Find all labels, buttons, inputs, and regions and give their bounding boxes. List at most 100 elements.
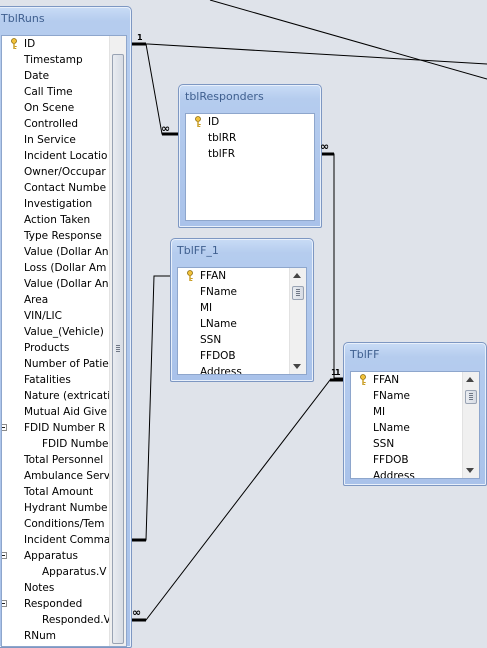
field-name: RNum [24,630,57,642]
field-row[interactable]: Apparatus [2,548,126,564]
field-name: Address [373,470,415,479]
field-list[interactable]: ID tblRR tblFR [185,113,315,221]
field-row[interactable]: Value (Dollar An [2,244,126,260]
field-row[interactable]: LName [178,316,306,332]
field-row[interactable]: Hydrant Numbe [2,500,126,516]
field-row[interactable]: MI [178,300,306,316]
field-name: Address [200,366,242,375]
table-title[interactable]: TblRuns [0,7,131,29]
field-row[interactable]: Loss (Dollar Am [2,260,126,276]
field-row[interactable]: Investigation [2,196,126,212]
field-row[interactable]: FDID Number R [2,420,126,436]
scroll-up-arrow-icon[interactable] [466,377,474,382]
table-tblresponders[interactable]: tblResponders ID tblRR tblFR [178,84,322,228]
field-row[interactable]: Responded [2,596,126,612]
scroll-down-arrow-icon[interactable] [466,468,474,473]
vertical-scrollbar[interactable] [289,268,306,374]
field-row[interactable]: Products [2,340,126,356]
field-row[interactable]: tblRR [186,130,314,146]
field-list[interactable]: FFAN FName MI LName SSN FFDOB Address [350,371,480,479]
table-title[interactable]: TblFF_1 [171,239,313,261]
table-tblff-1[interactable]: TblFF_1 FFAN FName MI LName SSN FFDOB Address [170,238,314,382]
field-row[interactable]: Total Amount [2,484,126,500]
table-tblff[interactable]: TblFF FFAN FName MI LName SSN FFDOB Address [343,342,487,486]
minus-box-icon[interactable] [2,600,7,607]
field-row[interactable]: Date [2,68,126,84]
scroll-up-arrow-icon[interactable] [293,273,301,278]
field-name: In Service [24,134,76,146]
field-name: Area [24,294,49,306]
field-name: Ambulance Serv [24,470,110,482]
field-row[interactable]: FFAN [178,268,306,284]
field-name: Incident Comma [24,534,111,546]
vertical-scrollbar[interactable] [462,372,479,478]
field-row[interactable]: Timestamp [2,52,126,68]
field-row[interactable]: Responded.V [2,612,126,628]
field-row[interactable]: FFAN [351,372,479,388]
field-row[interactable]: Contact Numbe [2,180,126,196]
field-row[interactable]: Notes [2,580,126,596]
field-row[interactable]: FFDOB [178,348,306,364]
field-row[interactable]: Ambulance Serv [2,468,126,484]
field-row[interactable]: Total Personnel [2,452,126,468]
field-name: Nature (extricati [24,390,111,402]
field-row[interactable]: Address [351,468,479,479]
field-row[interactable]: tblFR [186,146,314,162]
field-row[interactable]: SSN [351,436,479,452]
field-row[interactable]: Number of Patie [2,356,126,372]
field-row[interactable]: Call Time [2,84,126,100]
field-list-items: ID Timestamp Date Call Time On Scene Controll… [2,36,126,644]
field-row[interactable]: RNum [2,628,126,644]
scroll-down-arrow-icon[interactable] [293,364,301,369]
table-tblruns[interactable]: TblRuns ID Timestamp Date Call Time On Scene… [0,6,132,648]
vertical-scrollbar[interactable] [109,36,126,646]
field-name: Mutual Aid Give [24,406,108,418]
field-row[interactable]: Value_(Vehicle) [2,324,126,340]
field-row[interactable]: Value (Dollar An [2,276,126,292]
field-row[interactable]: VIN/LIC [2,308,126,324]
field-name: FFDOB [200,350,236,362]
field-row[interactable]: Mutual Aid Give [2,404,126,420]
field-list-items: FFAN FName MI LName SSN FFDOB Address [178,268,306,375]
field-row[interactable]: LName [351,420,479,436]
key-icon [194,116,202,128]
field-list[interactable]: ID Timestamp Date Call Time On Scene Controll… [1,35,127,647]
scrollbar-thumb[interactable] [292,286,304,300]
field-name: Notes [24,582,55,594]
scrollbar-thumb[interactable] [112,54,124,644]
field-row[interactable]: FFDOB [351,452,479,468]
field-row[interactable]: Incident Locatio [2,148,126,164]
field-row[interactable]: Apparatus.V [2,564,126,580]
table-title[interactable]: tblResponders [179,85,321,107]
field-row[interactable]: Incident Comma [2,532,126,548]
field-row[interactable]: SSN [178,332,306,348]
field-list-items: FFAN FName MI LName SSN FFDOB Address [351,372,479,479]
field-name: Products [24,342,70,354]
field-row[interactable]: ID [2,36,126,52]
field-row[interactable]: On Scene [2,100,126,116]
field-row[interactable]: Type Response [2,228,126,244]
table-title[interactable]: TblFF [344,343,486,365]
field-row[interactable]: Fatalities [2,372,126,388]
field-name: tblFR [208,148,236,160]
field-row[interactable]: Owner/Occupar [2,164,126,180]
field-name: Total Amount [24,486,94,498]
field-list[interactable]: FFAN FName MI LName SSN FFDOB Address [177,267,307,375]
field-row[interactable]: FName [351,388,479,404]
minus-box-icon[interactable] [2,552,7,559]
field-row[interactable]: Nature (extricati [2,388,126,404]
field-row[interactable]: FName [178,284,306,300]
field-name: Fatalities [24,374,71,386]
scrollbar-thumb[interactable] [465,390,477,404]
field-row[interactable]: Address [178,364,306,375]
field-row[interactable]: Controlled [2,116,126,132]
field-row[interactable]: Action Taken [2,212,126,228]
field-row[interactable]: FDID Numbe [2,436,126,452]
minus-box-icon[interactable] [2,424,7,431]
field-row[interactable]: Conditions/Tem [2,516,126,532]
field-row[interactable]: In Service [2,132,126,148]
field-row[interactable]: ID [186,114,314,130]
field-row[interactable]: MI [351,404,479,420]
field-name: FDID Numbe [42,438,109,450]
field-row[interactable]: Area [2,292,126,308]
